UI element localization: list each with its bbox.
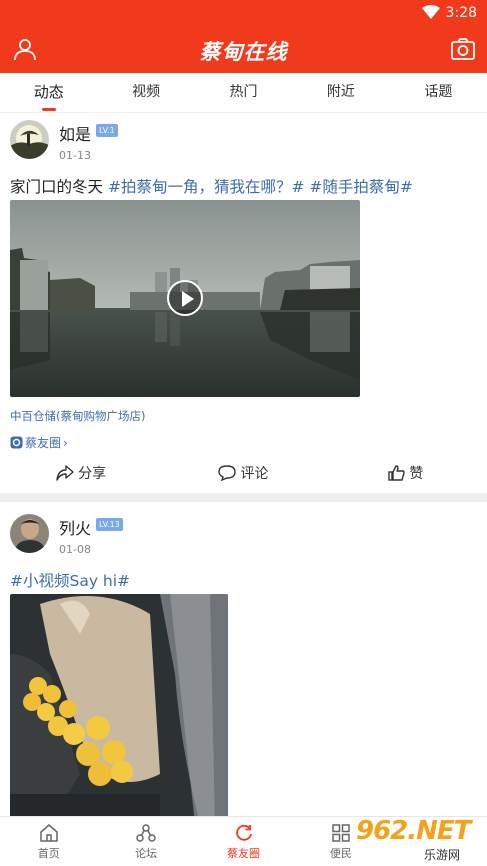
circle-link[interactable]: 蔡友圈 › — [10, 434, 68, 451]
status-time: 3:28 — [445, 5, 477, 21]
share-icon — [56, 465, 74, 481]
like-button[interactable]: 赞 — [325, 460, 487, 486]
share-button[interactable]: 分享 — [0, 460, 162, 486]
watermark: 962.NET 乐游网 — [350, 816, 487, 866]
nav-services-label: 便民 — [329, 846, 352, 860]
thumbs-up-icon — [388, 465, 406, 481]
video-thumbnail[interactable] — [10, 200, 360, 397]
play-icon[interactable] — [167, 280, 203, 316]
post-hashtags[interactable]: #拍蔡甸一角，猜我在哪？# #随手拍蔡甸# — [108, 178, 413, 196]
like-label: 赞 — [409, 466, 424, 482]
comment-label: 评论 — [240, 466, 269, 482]
comment-icon — [218, 465, 237, 481]
circle-icon — [10, 436, 23, 449]
post-date: 01-08 — [59, 543, 91, 556]
forum-icon — [136, 823, 156, 842]
wifi-icon — [422, 5, 440, 19]
nav-forum[interactable]: 论坛 — [97, 817, 194, 866]
tab-nearby[interactable]: 附近 — [292, 73, 389, 112]
feed-post: 如是 LV.1 01-13 家门口的冬天 #拍蔡甸一角，猜我在哪？# #随手拍蔡… — [0, 113, 487, 493]
nav-forum-label: 论坛 — [135, 846, 158, 860]
location-link[interactable]: 中百仓储(蔡甸购物广场店) — [10, 408, 145, 424]
comment-button[interactable]: 评论 — [162, 460, 324, 486]
home-icon — [39, 823, 58, 842]
post-text-plain: 家门口的冬天 — [10, 178, 104, 196]
video-thumbnail[interactable] — [10, 594, 228, 816]
chevron-right-icon: › — [63, 435, 68, 450]
post-actions: 分享 评论 赞 — [0, 460, 487, 486]
level-badge: LV.13 — [96, 518, 123, 531]
avatar[interactable] — [10, 120, 49, 159]
avatar[interactable] — [10, 514, 49, 553]
grid-icon — [332, 823, 350, 842]
nav-circle[interactable]: 蔡友圈 — [195, 817, 292, 866]
post-text: #小视频Say hi# — [10, 569, 130, 591]
circle-label: 蔡友圈 — [25, 436, 62, 450]
post-hashtags[interactable]: #小视频Say hi# — [10, 572, 130, 590]
post-divider — [0, 493, 487, 502]
share-label: 分享 — [78, 466, 107, 482]
app-title: 蔡甸在线 — [199, 39, 288, 64]
watermark-label: 乐游网 — [422, 846, 463, 863]
nav-home-label: 首页 — [37, 846, 60, 860]
camera-icon[interactable] — [451, 38, 475, 60]
level-badge: LV.1 — [96, 124, 118, 137]
tab-video[interactable]: 视频 — [97, 73, 194, 112]
username[interactable]: 列火 — [59, 515, 91, 539]
username[interactable]: 如是 — [59, 121, 91, 145]
status-bar: 3:28 — [0, 0, 487, 26]
nav-home[interactable]: 首页 — [0, 817, 97, 866]
tab-topics[interactable]: 话题 — [390, 73, 487, 112]
feed-post: 列火 LV.13 01-08 #小视频Say hi# — [0, 502, 487, 816]
tab-dynamic[interactable]: 动态 — [0, 73, 97, 112]
post-text: 家门口的冬天 #拍蔡甸一角，猜我在哪？# #随手拍蔡甸# — [10, 175, 413, 197]
post-date: 01-13 — [59, 149, 91, 162]
video-frame — [10, 594, 228, 816]
tab-hot[interactable]: 热门 — [195, 73, 292, 112]
app-bar: 蔡甸在线 — [0, 26, 487, 73]
tab-bar: 动态 视频 热门 附近 话题 — [0, 73, 487, 113]
nav-circle-label: 蔡友圈 — [227, 846, 261, 860]
watermark-logo: 962.NET — [356, 816, 471, 846]
refresh-circle-icon — [235, 824, 252, 841]
